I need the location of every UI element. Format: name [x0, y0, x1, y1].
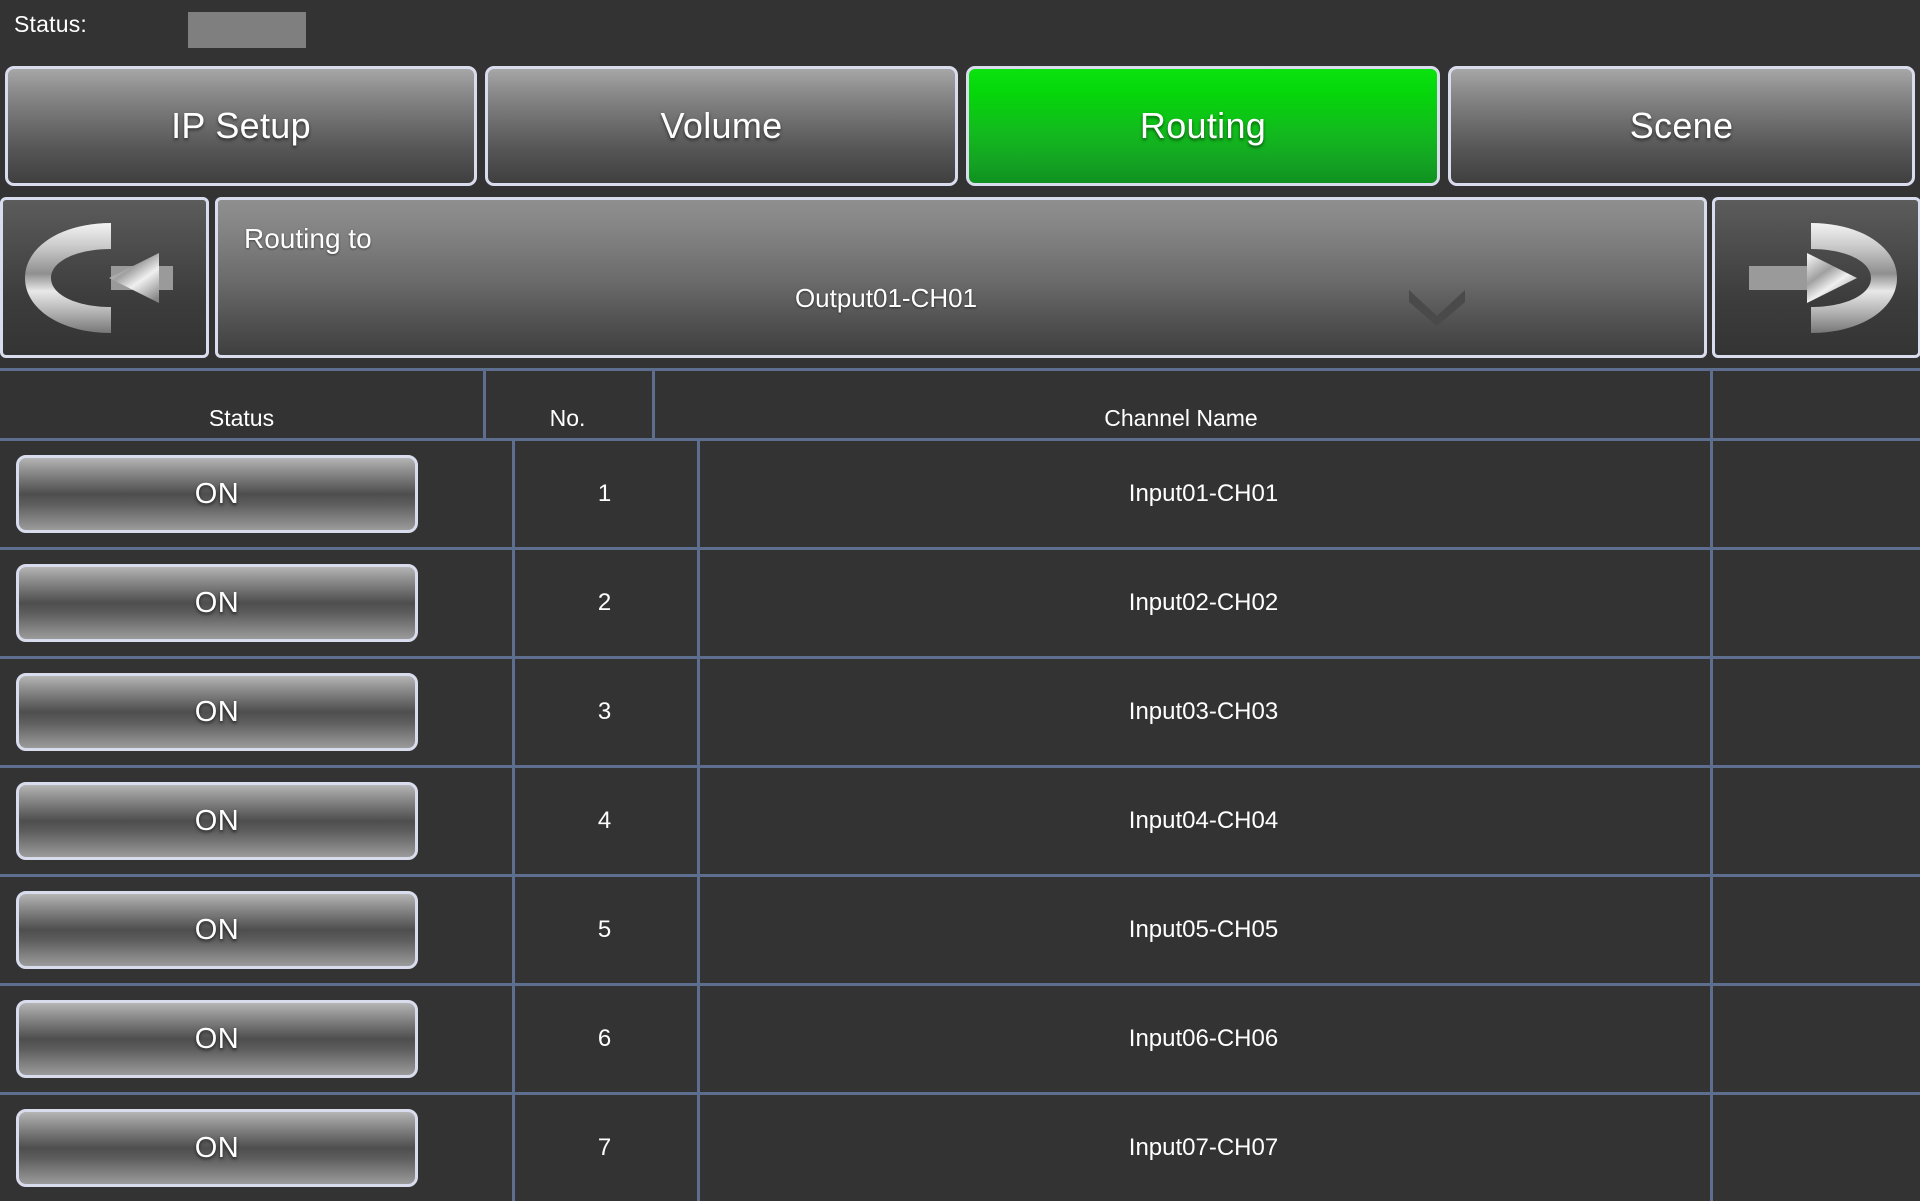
- header-status: Status: [208, 405, 275, 431]
- row-no-cell: 1: [597, 480, 612, 507]
- row-no-cell: 4: [597, 807, 612, 834]
- routing-to-label: Routing to: [244, 223, 372, 254]
- table-row: ON 5 Input05-CH05: [0, 877, 1920, 983]
- table-row: ON 4 Input04-CH04: [0, 768, 1920, 874]
- row-status-cell: ON: [0, 441, 512, 547]
- tab-routing-label: Routing: [1139, 105, 1267, 146]
- row-channel-name-cell: Input07-CH07: [1128, 1134, 1279, 1161]
- row-extra-cell: [1710, 986, 1920, 1092]
- row-extra-cell: [1710, 1095, 1920, 1201]
- channel-on-toggle-label: ON: [194, 477, 240, 510]
- route-in-left-arrow-icon: [19, 219, 191, 337]
- row-status-cell: ON: [0, 1095, 512, 1201]
- tab-bar: IP Setup Volume Routing Scene: [0, 62, 1920, 190]
- table-header-row: Status No. Channel Name: [0, 368, 1920, 440]
- table-row: ON 1 Input01-CH01: [0, 441, 1920, 547]
- row-channel-name-cell: Input06-CH06: [1128, 1025, 1279, 1052]
- tab-scene-label: Scene: [1629, 105, 1734, 146]
- row-extra-cell: [1710, 877, 1920, 983]
- row-extra-cell: [1710, 550, 1920, 656]
- routing-table: Status No. Channel Name ON 1 Input01-CH0…: [0, 368, 1920, 1201]
- row-no-cell: 7: [597, 1134, 612, 1161]
- tab-ip-setup-label: IP Setup: [171, 105, 311, 146]
- row-channel-name-cell: Input04-CH04: [1128, 807, 1279, 834]
- row-status-cell: ON: [0, 986, 512, 1092]
- route-out-right-arrow-icon: [1731, 219, 1903, 337]
- tab-volume[interactable]: Volume: [485, 66, 958, 186]
- channel-on-toggle[interactable]: ON: [16, 564, 418, 642]
- channel-on-toggle-label: ON: [194, 586, 240, 619]
- tab-volume-label: Volume: [660, 105, 783, 146]
- table-row: ON 7 Input07-CH07: [0, 1095, 1920, 1201]
- chevron-down-icon[interactable]: [1403, 286, 1471, 326]
- channel-on-toggle[interactable]: ON: [16, 1000, 418, 1078]
- channel-on-toggle[interactable]: ON: [16, 1109, 418, 1187]
- routing-selected-value: Output01-CH01: [794, 283, 978, 313]
- row-status-cell: ON: [0, 768, 512, 874]
- row-no-cell: 2: [597, 589, 612, 616]
- row-extra-cell: [1710, 441, 1920, 547]
- status-bar: Status:: [0, 0, 1920, 52]
- previous-output-button[interactable]: [0, 197, 209, 358]
- header-column-divider: [1710, 370, 1713, 438]
- row-no-cell: 5: [597, 916, 612, 943]
- row-no-cell: 6: [597, 1025, 612, 1052]
- channel-on-toggle[interactable]: ON: [16, 782, 418, 860]
- next-output-button[interactable]: [1712, 197, 1920, 358]
- row-channel-name-cell: Input03-CH03: [1128, 698, 1279, 725]
- row-extra-cell: [1710, 659, 1920, 765]
- header-no: No.: [549, 405, 586, 431]
- channel-on-toggle[interactable]: ON: [16, 891, 418, 969]
- channel-on-toggle-label: ON: [194, 804, 240, 837]
- channel-on-toggle[interactable]: ON: [16, 455, 418, 533]
- row-channel-name-cell: Input01-CH01: [1128, 480, 1279, 507]
- table-row: ON 6 Input06-CH06: [0, 986, 1920, 1092]
- status-label: Status:: [14, 11, 87, 37]
- tab-ip-setup[interactable]: IP Setup: [5, 66, 477, 186]
- tab-routing[interactable]: Routing: [966, 66, 1440, 186]
- channel-on-toggle-label: ON: [194, 695, 240, 728]
- row-no-cell: 3: [597, 698, 612, 725]
- channel-on-toggle-label: ON: [194, 913, 240, 946]
- row-extra-cell: [1710, 768, 1920, 874]
- status-value-box: [188, 12, 306, 48]
- table-row: ON 2 Input02-CH02: [0, 550, 1920, 656]
- tab-scene[interactable]: Scene: [1448, 66, 1915, 186]
- row-status-cell: ON: [0, 659, 512, 765]
- routing-screen: Status: IP Setup Volume Routing Scene Ro…: [0, 0, 1920, 1201]
- row-status-cell: ON: [0, 877, 512, 983]
- channel-on-toggle-label: ON: [194, 1022, 240, 1055]
- header-channel-name: Channel Name: [1104, 405, 1258, 431]
- row-status-cell: ON: [0, 550, 512, 656]
- channel-on-toggle-label: ON: [194, 1131, 240, 1164]
- row-channel-name-cell: Input02-CH02: [1128, 589, 1279, 616]
- routing-to-row: Routing to Output01-CH01: [0, 196, 1920, 359]
- row-channel-name-cell: Input05-CH05: [1128, 916, 1279, 943]
- channel-on-toggle[interactable]: ON: [16, 673, 418, 751]
- routing-to-selector[interactable]: Routing to Output01-CH01: [215, 197, 1707, 358]
- table-row: ON 3 Input03-CH03: [0, 659, 1920, 765]
